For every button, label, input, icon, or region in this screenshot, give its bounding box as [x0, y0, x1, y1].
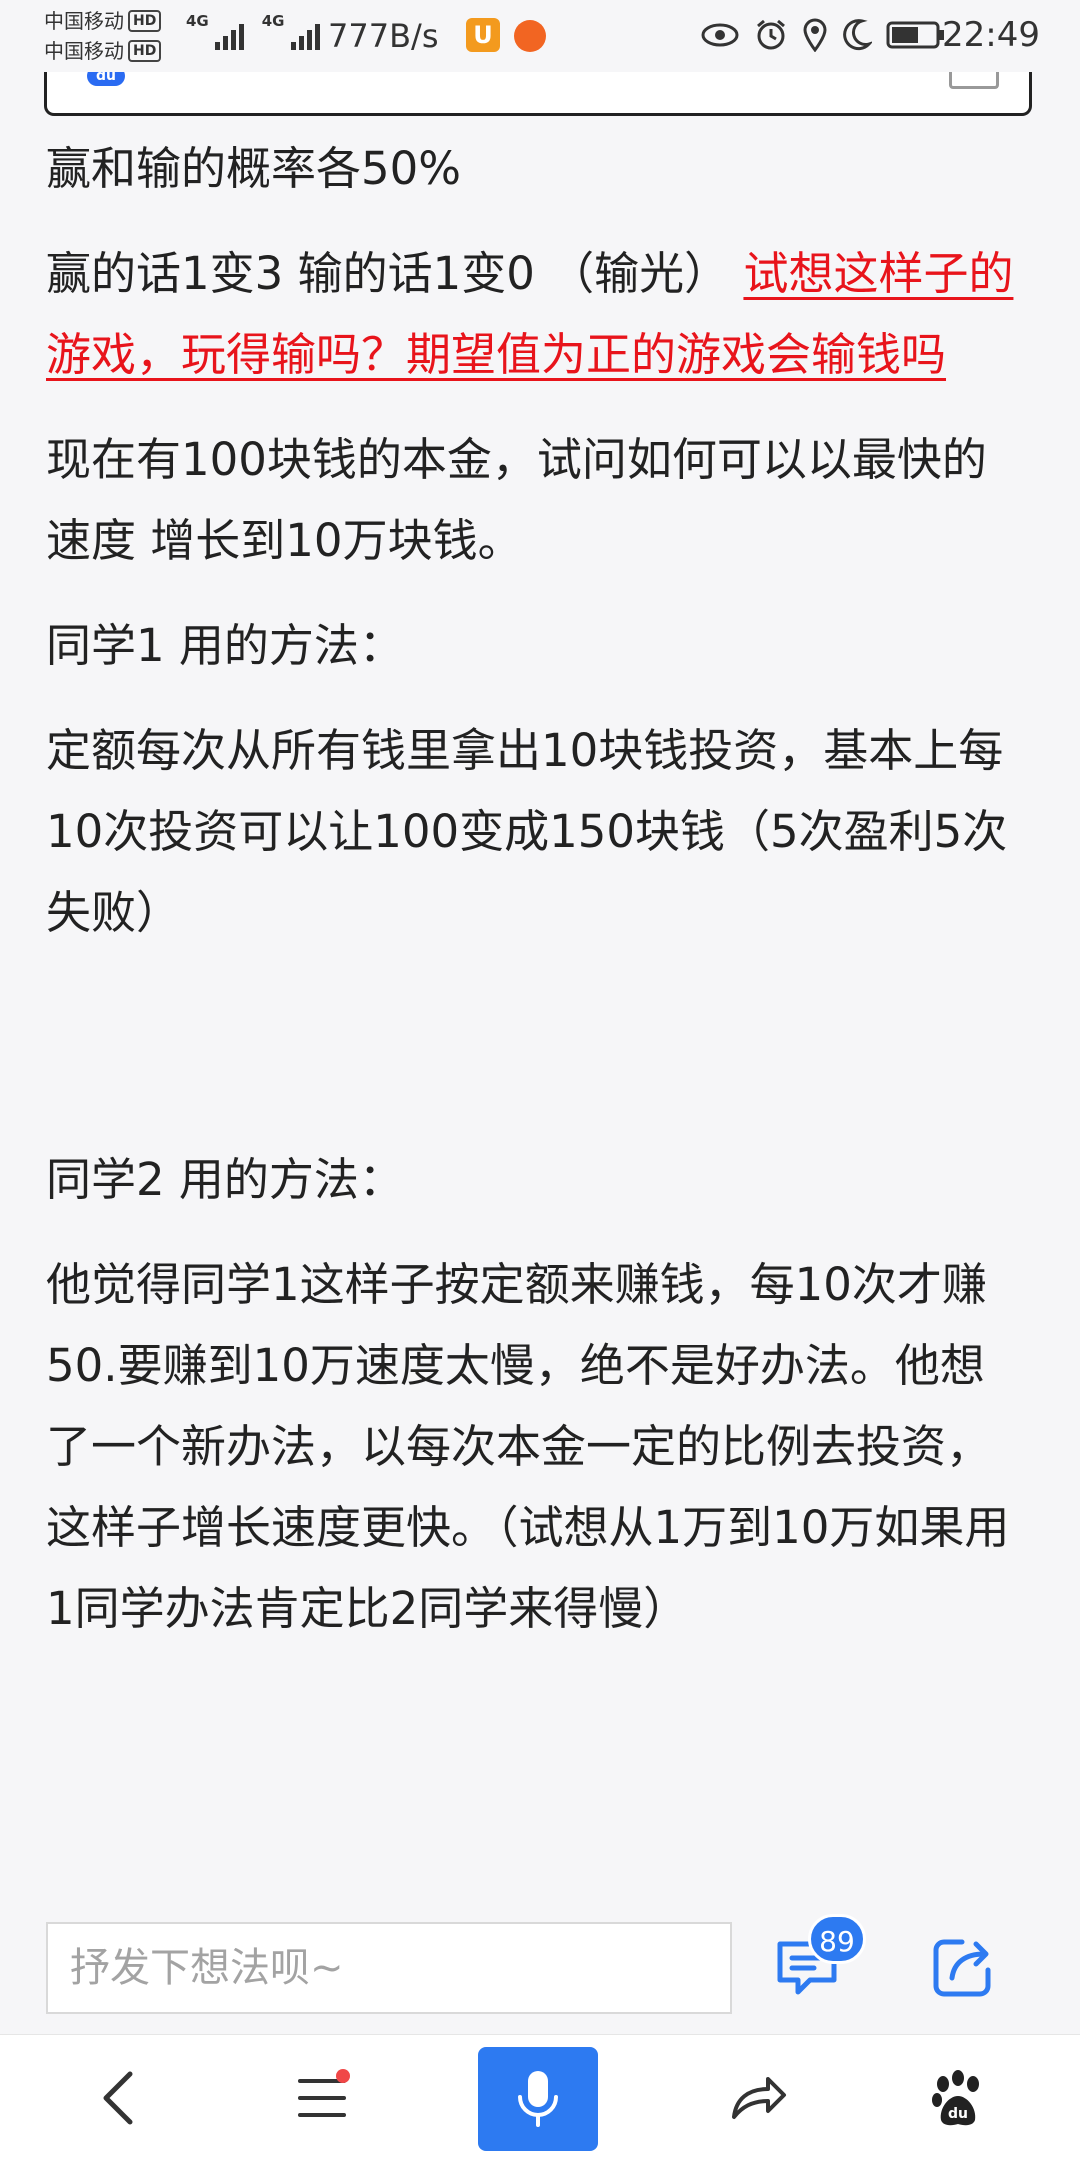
article-paragraph: 现在有100块钱的本金，试问如何可以以最快的速度 增长到10万块钱。	[46, 433, 987, 567]
baidu-paw-icon: du	[932, 2070, 979, 2126]
article-paragraph: 赢的话1变3 输的话1变0 （输光） 试想这样子的游戏，玩得输吗？期望值为正的游…	[46, 233, 1014, 395]
network-type-1: 4G	[186, 12, 209, 30]
article-paragraph: 他觉得同学1这样子按定额来赚钱，每10次才赚50.要赚到10万速度太慢，绝不是好…	[46, 1258, 1010, 1635]
signal-indicators: 4G 4G	[186, 14, 320, 50]
article-paragraph: 赢和输的概率各50%	[46, 142, 462, 195]
article-paragraph: 同学1 用的方法：	[46, 619, 404, 672]
menu-button[interactable]	[262, 2035, 382, 2160]
carrier-name-2: 中国移动	[44, 39, 124, 63]
notification-app-icons: U	[466, 18, 546, 52]
carrier-name-1: 中国移动	[44, 9, 124, 33]
signal-icon: 4G	[186, 14, 244, 50]
svg-text:du: du	[948, 2106, 968, 2122]
status-bar: 中国移动 HD 中国移动 HD 4G 4G 777B/s U 22:49	[0, 0, 1080, 72]
voice-search-button[interactable]	[478, 2047, 598, 2151]
eye-icon	[700, 20, 740, 50]
signal-icon: 4G	[262, 14, 320, 50]
paragraph-text: 赢的话1变3 输的话1变0 （输光）	[46, 247, 744, 300]
forward-arrow-icon	[732, 2077, 786, 2119]
comment-count-badge: 89	[808, 1914, 866, 1964]
page: 中国移动 HD 中国移动 HD 4G 4G 777B/s U 22:49 du …	[0, 0, 1080, 2160]
baidu-home-button[interactable]: du	[898, 2035, 1018, 2160]
battery-icon	[886, 20, 946, 50]
network-speed: 777B/s	[328, 17, 439, 55]
comment-input[interactable]	[46, 1922, 732, 2014]
chevron-left-icon	[103, 2071, 133, 2125]
notification-dot	[336, 2069, 350, 2083]
article-paragraph: 定额每次从所有钱里拿出10块钱投资，基本上每10次投资可以让100变成150块钱…	[46, 724, 1008, 939]
share-icon	[933, 1939, 991, 1997]
article-body: 赢和输的概率各50% 赢的话1变3 输的话1变0 （输光） 试想这样子的游戏，玩…	[46, 128, 1014, 1673]
forward-share-button[interactable]	[698, 2035, 818, 2160]
app-flame-icon	[514, 20, 546, 52]
app-u-icon: U	[466, 18, 500, 52]
bottom-navigation: du	[0, 2034, 1080, 2160]
location-icon	[802, 18, 828, 52]
share-button[interactable]	[928, 1932, 998, 2002]
back-button[interactable]	[58, 2035, 178, 2160]
network-type-2: 4G	[261, 12, 285, 30]
status-time: 22:49	[942, 15, 1040, 55]
article-paragraph: 同学2 用的方法：	[46, 1153, 404, 1206]
alarm-icon	[754, 18, 788, 52]
carrier-info: 中国移动 HD 中国移动 HD	[44, 6, 184, 66]
microphone-icon	[518, 2071, 558, 2127]
hd-badge-1: HD	[128, 10, 162, 32]
moon-icon	[842, 18, 872, 52]
comment-bar: 89	[0, 1902, 1080, 2034]
hd-badge-2: HD	[128, 40, 162, 62]
system-icons	[700, 18, 946, 52]
